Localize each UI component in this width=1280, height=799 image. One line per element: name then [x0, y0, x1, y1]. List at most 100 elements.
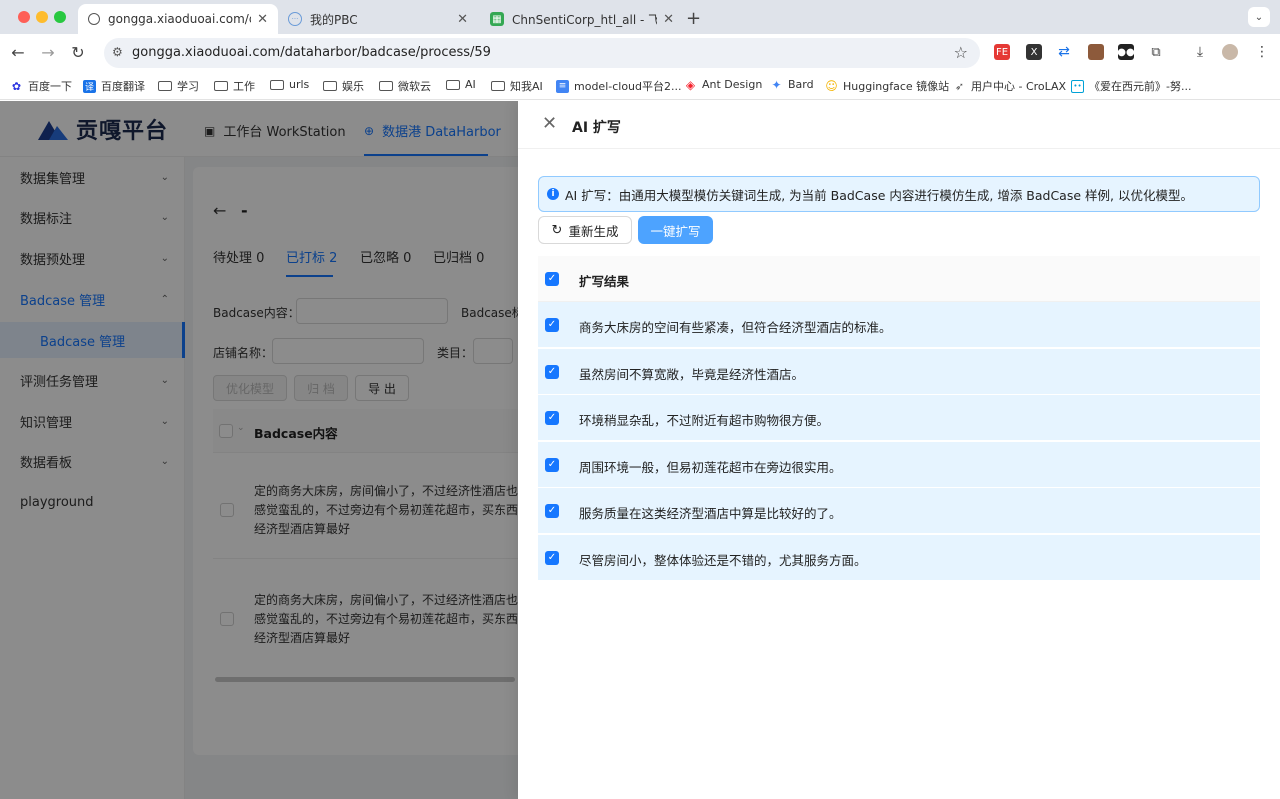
close-icon[interactable]: ✕ — [542, 115, 557, 133]
download-icon[interactable]: ⤓ — [1192, 44, 1208, 60]
site-settings-icon[interactable]: ⚙ — [112, 45, 123, 59]
drawer-mask-overlay[interactable] — [0, 101, 518, 799]
bookmark-item[interactable]: •• 《爱在西元前》-努... — [1071, 78, 1191, 94]
extension-x-icon[interactable]: X — [1026, 44, 1042, 60]
browser-menu-icon[interactable]: ⋮ — [1254, 44, 1270, 60]
result-checkbox[interactable]: ✓ — [545, 365, 559, 379]
extension-fe-icon[interactable]: FE — [994, 44, 1010, 60]
tab-close-icon[interactable]: ✕ — [663, 12, 674, 27]
tab-label: gongga.xiaoduoai.com/dataharbor/badcase/… — [108, 12, 251, 26]
bookmark-label: AI — [465, 78, 476, 91]
result-row: ✓ 周围环境一般，但易初莲花超市在旁边很实用。 — [538, 442, 1260, 488]
result-text: 商务大床房的空间有些紧凑，但符合经济型酒店的标准。 — [579, 320, 892, 335]
globe-icon — [88, 13, 100, 25]
translate-icon: 译 — [83, 79, 96, 93]
result-checkbox[interactable]: ✓ — [545, 551, 559, 565]
regenerate-label: 重新生成 — [568, 223, 619, 239]
bookmark-label: 学习 — [177, 80, 199, 93]
result-row: ✓ 虽然房间不算宽敞，毕竟是经济性酒店。 — [538, 349, 1260, 395]
result-checkbox[interactable]: ✓ — [545, 458, 559, 472]
result-text: 环境稍显杂乱，不过附近有超市购物很方便。 — [579, 413, 830, 428]
bookmark-folder[interactable]: urls — [270, 78, 309, 91]
reload-icon[interactable]: ↻ — [68, 43, 88, 62]
one-click-expand-button[interactable]: 一键扩写 — [638, 216, 713, 244]
bard-icon: ✦ — [771, 77, 782, 92]
result-row: ✓ 服务质量在这类经济型酒店中算是比较好的了。 — [538, 488, 1260, 534]
extension-tampermonkey-icon[interactable]: ●● — [1117, 44, 1135, 60]
bookmark-item[interactable]: ✦ Bard — [770, 77, 814, 92]
bookmark-label: Ant Design — [702, 78, 763, 91]
bookmark-item[interactable]: ≡ model-cloud平台2... — [556, 78, 682, 94]
extensions-puzzle-icon[interactable]: ⧉ — [1148, 44, 1164, 60]
address-bar[interactable]: ⚙ gongga.xiaoduoai.com/dataharbor/badcas… — [104, 38, 980, 68]
ai-expand-drawer: ✕ AI 扩写 i AI 扩写：由通用大模型模仿关键词生成, 为当前 BadCa… — [518, 101, 1280, 799]
tab-label: 我的PBC — [310, 12, 358, 27]
bookmark-star-icon[interactable]: ☆ — [954, 43, 968, 62]
bookmark-label: 百度翻译 — [101, 80, 145, 93]
bookmark-item[interactable]: ➶ 用户中心 - CroLAX — [953, 78, 1066, 94]
extension-image-icon[interactable] — [1088, 44, 1104, 60]
bookmark-label: 工作 — [233, 80, 255, 93]
folder-icon — [214, 81, 228, 91]
minimize-window-button[interactable] — [36, 11, 48, 23]
info-alert: i AI 扩写：由通用大模型模仿关键词生成, 为当前 BadCase 内容进行模… — [538, 176, 1260, 212]
maximize-window-button[interactable] — [54, 11, 66, 23]
bookmark-folder[interactable]: 微软云 — [379, 78, 431, 94]
chat-icon: ··· — [288, 12, 302, 26]
tab-close-icon[interactable]: ✕ — [457, 12, 468, 27]
result-text: 虽然房间不算宽敞，毕竟是经济性酒店。 — [579, 367, 805, 382]
bookmark-label: 用户中心 - CroLAX — [971, 80, 1067, 93]
browser-tab-active[interactable]: gongga.xiaoduoai.com/dataharbor/badcase/… — [78, 4, 278, 34]
bookmark-label: 娱乐 — [342, 80, 364, 93]
tab-close-icon[interactable]: ✕ — [257, 12, 268, 27]
bookmark-folder[interactable]: AI — [446, 78, 476, 91]
result-text: 尽管房间小，整体体验还是不错的，尤其服务方面。 — [579, 553, 867, 568]
folder-icon — [491, 81, 505, 91]
bookmark-label: 知我AI — [510, 80, 543, 93]
sheet-icon: ▦ — [490, 12, 504, 26]
extension-sync-icon[interactable]: ⇄ — [1056, 44, 1072, 60]
bookmark-item[interactable]: ✿ 百度一下 — [10, 78, 72, 94]
web-page: 贡嘎平台 ▣ 工作台 WorkStation ⊕ 数据港 DataHarbor … — [0, 101, 1280, 799]
result-row: ✓ 尽管房间小，整体体验还是不错的，尤其服务方面。 — [538, 535, 1260, 581]
bookmark-folder[interactable]: 娱乐 — [323, 78, 364, 94]
doc-icon: ≡ — [556, 79, 569, 93]
rocket-icon: ➶ — [954, 79, 965, 93]
new-tab-button[interactable]: + — [686, 8, 701, 29]
bookmark-folder[interactable]: 工作 — [214, 78, 255, 94]
results-header-label: 扩写结果 — [579, 274, 630, 289]
tab-label: ChnSentiCorp_htl_all - 飞书云文档 — [512, 12, 658, 27]
browser-tab[interactable]: ··· 我的PBC ✕ — [278, 4, 478, 34]
result-checkbox[interactable]: ✓ — [545, 504, 559, 518]
browser-tab[interactable]: ▦ ChnSentiCorp_htl_all - 飞书云文档 ✕ — [480, 4, 684, 34]
drawer-title: AI 扩写 — [572, 120, 621, 136]
select-all-checkbox[interactable]: ✓ — [545, 272, 559, 286]
bookmark-item[interactable]: ☺ Huggingface 镜像站 — [825, 78, 949, 94]
tab-search-chevron-icon[interactable]: ⌄ — [1248, 7, 1270, 27]
folder-icon — [379, 81, 393, 91]
result-text: 周围环境一般，但易初莲花超市在旁边很实用。 — [579, 460, 842, 475]
bookmarks-bar: ✿ 百度一下 译百度翻译 学习 工作 urls 娱乐 微软云 AI 知我AI ≡ m… — [0, 72, 1280, 100]
forward-arrow-icon[interactable]: → — [38, 43, 58, 62]
bookmark-folder[interactable]: 知我AI — [491, 78, 543, 94]
bookmark-label: Bard — [788, 78, 814, 91]
bookmark-item[interactable]: ◈ Ant Design — [684, 77, 763, 92]
result-text: 服务质量在这类经济型酒店中算是比较好的了。 — [579, 506, 842, 521]
antd-icon: ◈ — [685, 77, 696, 92]
bookmark-folder[interactable]: 学习 — [158, 78, 199, 94]
browser-titlebar: gongga.xiaoduoai.com/dataharbor/badcase/… — [0, 0, 1280, 34]
profile-avatar-icon[interactable] — [1222, 44, 1238, 60]
bookmark-item[interactable]: 译百度翻译 — [83, 78, 145, 94]
regenerate-button[interactable]: ↻ 重新生成 — [538, 216, 632, 244]
back-arrow-icon[interactable]: ← — [8, 43, 28, 62]
close-window-button[interactable] — [18, 11, 30, 23]
hf-icon: ☺ — [825, 79, 838, 93]
result-checkbox[interactable]: ✓ — [545, 411, 559, 425]
url-text[interactable]: gongga.xiaoduoai.com/dataharbor/badcase/… — [132, 45, 491, 60]
folder-icon — [270, 79, 284, 90]
result-row: ✓ 商务大床房的空间有些紧凑，但符合经济型酒店的标准。 — [538, 302, 1260, 348]
results-table-header: ✓ 扩写结果 — [538, 256, 1260, 302]
result-checkbox[interactable]: ✓ — [545, 318, 559, 332]
bookmark-label: 微软云 — [398, 80, 431, 93]
folder-icon — [158, 81, 172, 91]
